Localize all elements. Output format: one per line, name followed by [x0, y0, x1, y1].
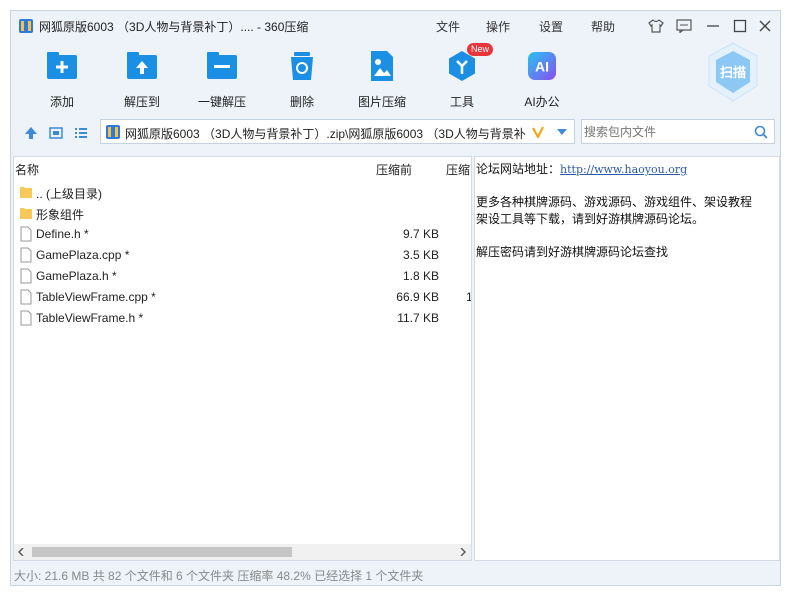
list-item-file[interactable]: Define.h * 9.7 KB: [14, 223, 471, 244]
minimize-icon: [707, 25, 719, 27]
column-header-compressed-before[interactable]: 压缩前: [376, 161, 412, 178]
tool-delete-label: 删除: [289, 95, 314, 109]
file-icon: [20, 247, 32, 263]
file-icon: [20, 310, 32, 326]
list-item-name: TableViewFrame.cpp *: [36, 290, 156, 304]
file-list-panel: 名称 压缩前 压缩 .. (上级目录) 形象组件 Define.h * 9.7 …: [13, 156, 472, 561]
list-item-name: GamePlaza.h *: [36, 269, 117, 283]
address-bar[interactable]: 网狐原版6003 （3D人物与背景补丁）.zip\网狐原版6003 （3D人物与…: [100, 119, 575, 144]
feedback-button[interactable]: [675, 17, 693, 35]
window-title: 网狐原版6003 （3D人物与背景补丁）.... - 360压缩: [39, 20, 309, 34]
tool-one-click-extract-label: 一键解压: [197, 95, 246, 109]
tool-tools-label: 工具: [449, 95, 474, 109]
list-item-name: 形象组件: [36, 208, 85, 222]
list-item-folder[interactable]: 形象组件: [14, 202, 471, 223]
list-item-size: 11.7 KB: [397, 311, 439, 325]
scroll-right-icon[interactable]: [459, 548, 467, 556]
list-item-name: Define.h *: [36, 227, 89, 241]
tool-one-click-extract[interactable]: 一键解压: [187, 49, 257, 110]
scan-button[interactable]: 扫描: [705, 41, 761, 105]
status-bar: 大小: 21.6 MB 共 82 个文件和 6 个文件夹 压缩率 48.2% 已…: [14, 569, 424, 583]
shirt-icon: [648, 19, 664, 33]
scan-label: 扫描: [720, 65, 746, 80]
preview-line-1: 论坛网站地址：http://www.haoyou.org: [476, 160, 687, 177]
archive-icon: [106, 125, 120, 139]
list-item-file[interactable]: GamePlaza.h * 1.8 KB: [14, 265, 471, 286]
address-path: 网狐原版6003 （3D人物与背景补丁）.zip\网狐原版6003 （3D人物与…: [125, 127, 526, 141]
list-item-file[interactable]: GamePlaza.cpp * 3.5 KB: [14, 244, 471, 265]
image-compress-icon: [371, 51, 393, 81]
tool-add[interactable]: 添加: [27, 49, 97, 110]
ai-glyph: AI: [535, 59, 549, 75]
app-window: 网狐原版6003 （3D人物与背景补丁）.... - 360压缩 文件 操作 设…: [10, 10, 781, 586]
list-item-size: 66.9 KB: [396, 290, 439, 304]
list-item-name: TableViewFrame.h *: [36, 311, 144, 325]
list-item-compressed: 1: [466, 290, 471, 304]
app-logo-icon: [19, 19, 33, 33]
list-item-size: 9.7 KB: [402, 227, 439, 241]
list-item-parent-dir[interactable]: .. (上级目录): [14, 181, 471, 202]
message-icon: [676, 19, 692, 33]
search-input[interactable]: [582, 120, 744, 143]
comment-preview-panel: 论坛网站地址：http://www.haoyou.org 更多各种棋牌源码、游戏…: [474, 156, 780, 561]
tool-ai-office[interactable]: AI AI办公: [507, 49, 577, 110]
list-item-file[interactable]: TableViewFrame.cpp * 66.9 KB 1: [14, 286, 471, 307]
column-header-name[interactable]: 名称: [15, 161, 39, 178]
list-item-name: .. (上级目录): [36, 187, 102, 201]
title-bar: 网狐原版6003 （3D人物与背景补丁）.... - 360压缩 文件 操作 设…: [11, 11, 780, 41]
horizontal-scrollbar[interactable]: [14, 544, 471, 560]
tool-image-compress[interactable]: 图片压缩: [347, 49, 417, 110]
folder-icon: [20, 187, 32, 198]
scrollbar-thumb[interactable]: [32, 547, 292, 557]
file-icon: [20, 226, 32, 242]
list-item-size: 3.5 KB: [402, 248, 439, 262]
menu-operate[interactable]: 操作: [486, 18, 510, 35]
minimize-button[interactable]: [704, 17, 722, 35]
add-icon: [47, 52, 77, 79]
up-arrow-icon[interactable]: [23, 125, 39, 141]
maximize-icon: [733, 19, 747, 33]
preview-line-3: 架设工具等下载，请到好游棋牌源码论坛。: [476, 212, 705, 226]
close-icon: [759, 20, 771, 32]
list-item-name: GamePlaza.cpp *: [36, 248, 130, 262]
close-button[interactable]: [756, 17, 774, 35]
tool-tools[interactable]: New 工具: [427, 43, 497, 110]
search-box[interactable]: [581, 119, 775, 144]
column-header-compressed[interactable]: 压缩: [446, 161, 470, 178]
extract-to-icon: [127, 52, 157, 79]
search-icon[interactable]: [754, 125, 768, 139]
menu-settings[interactable]: 设置: [539, 18, 563, 35]
ai-office-icon: AI: [528, 52, 556, 80]
maximize-button[interactable]: [731, 17, 749, 35]
list-view-icon[interactable]: [73, 125, 89, 141]
preview-line-2: 更多各种棋牌源码、游戏源码、游戏组件、架设教程: [476, 195, 753, 209]
tool-image-compress-label: 图片压缩: [357, 95, 406, 109]
delete-icon: [291, 52, 313, 80]
tool-delete[interactable]: 删除: [267, 49, 337, 110]
skin-button[interactable]: [647, 17, 665, 35]
file-icon: [20, 289, 32, 305]
list-item-size: 1.8 KB: [402, 269, 439, 283]
menu-help[interactable]: 帮助: [591, 18, 615, 35]
scroll-left-icon[interactable]: [17, 548, 25, 556]
thumbnail-view-icon[interactable]: [48, 125, 64, 141]
folder-icon: [20, 208, 32, 219]
tool-extract-to-label: 解压到: [123, 95, 160, 109]
tool-extract-to[interactable]: 解压到: [107, 49, 177, 110]
preview-site-link[interactable]: http://www.haoyou.org: [560, 163, 687, 176]
one-click-extract-icon: [207, 52, 237, 79]
chevron-down-icon[interactable]: [556, 128, 568, 136]
file-icon: [20, 268, 32, 284]
history-check-icon: [532, 126, 544, 138]
tool-ai-office-label: AI办公: [524, 95, 560, 109]
list-item-file[interactable]: TableViewFrame.h * 11.7 KB: [14, 307, 471, 328]
preview-line-4: 解压密码请到好游棋牌源码论坛查找: [476, 245, 669, 259]
tool-add-label: 添加: [49, 95, 74, 109]
scan-shield-icon: 扫描: [708, 42, 758, 102]
menu-file[interactable]: 文件: [436, 18, 460, 35]
preview-site-label: 论坛网站地址：: [476, 162, 561, 176]
new-badge: New: [466, 43, 493, 56]
